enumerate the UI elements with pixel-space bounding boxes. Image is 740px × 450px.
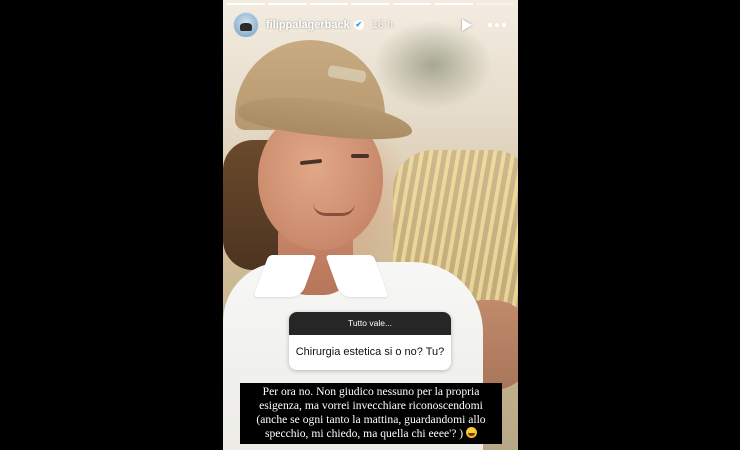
story-progress-bar: [227, 3, 514, 5]
progress-segment: [392, 3, 432, 5]
username[interactable]: filippalagerback: [266, 19, 350, 31]
answer-caption: Per ora no. Non giudico nessuno per la p…: [240, 383, 502, 444]
avatar[interactable]: [233, 12, 259, 38]
answer-line: Per ora no. Non giudico nessuno per la p…: [262, 385, 480, 398]
progress-segment: [475, 3, 514, 5]
question-text: Chirurgia estetica si o no? Tu?: [289, 335, 451, 370]
story-header: filippalagerback ✔ 18 h: [233, 12, 506, 38]
answer-line: (anche se ogni tanto la mattina, guardan…: [256, 413, 486, 426]
progress-segment: [351, 3, 390, 5]
smile: [313, 203, 355, 216]
time-ago: 18 h: [371, 19, 394, 31]
progress-segment: [227, 3, 266, 5]
laughing-emoji-icon: [466, 427, 478, 438]
answer-line: esigenza, ma vorrei invecchiare riconosc…: [259, 399, 483, 412]
question-prompt: Tutto vale...: [289, 312, 451, 335]
progress-segment: [434, 3, 473, 5]
question-sticker[interactable]: Tutto vale... Chirurgia estetica si o no…: [289, 312, 451, 370]
progress-segment: [309, 3, 349, 5]
story-viewer[interactable]: filippalagerback ✔ 18 h Tutto vale... Ch…: [223, 0, 518, 450]
verified-icon: ✔: [353, 20, 364, 30]
more-icon[interactable]: [488, 23, 506, 27]
answer-line-text: specchio, mi chiedo, ma quella chi eeee'…: [264, 427, 464, 440]
answer-line-last: specchio, mi chiedo, ma quella chi eeee'…: [242, 427, 500, 441]
more-dot: [502, 23, 506, 27]
more-dot: [488, 23, 492, 27]
more-dot: [495, 23, 499, 27]
open-eye: [351, 154, 369, 158]
play-icon[interactable]: [462, 19, 472, 31]
progress-segment: [268, 3, 307, 5]
